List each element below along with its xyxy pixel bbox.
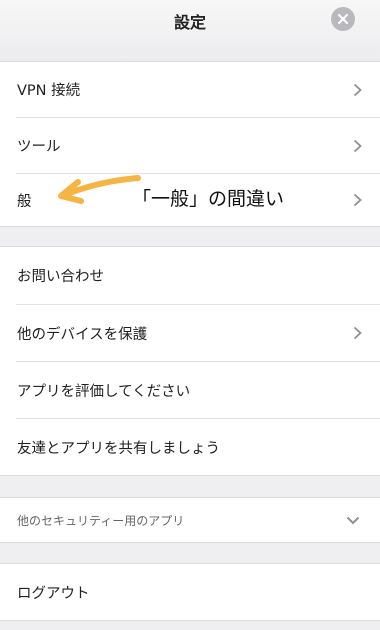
row-share-app[interactable]: 友達とアプリを共有しましょう	[0, 419, 380, 475]
chevron-right-icon	[353, 193, 362, 207]
page-title: 設定	[173, 13, 206, 32]
nav-header: 設定	[0, 0, 380, 63]
row-label: ツール	[17, 139, 61, 155]
row-label: 友達とアプリを共有しましょう	[17, 440, 220, 457]
chevron-right-icon	[353, 83, 362, 96]
row-label: 他のセキュリティー用のアプリ	[17, 513, 185, 528]
row-other-security-apps[interactable]: 他のセキュリティー用のアプリ	[0, 498, 380, 542]
chevron-right-icon	[353, 139, 362, 152]
chevron-down-icon	[346, 516, 360, 524]
close-button[interactable]	[331, 7, 355, 31]
close-icon	[337, 13, 349, 25]
row-protect-other-devices[interactable]: 他のデバイスを保護	[0, 305, 380, 361]
chevron-right-icon	[353, 326, 362, 340]
row-contact-us[interactable]: お問い合わせ	[0, 247, 380, 304]
row-label: 他のデバイスを保護	[17, 326, 148, 343]
row-logout[interactable]: ログアウト	[0, 564, 380, 620]
row-label: VPN 接続	[17, 83, 81, 99]
row-label: ログアウト	[17, 585, 90, 602]
settings-group-2: お問い合わせ 他のデバイスを保護 アプリを評価してください 友達とアプリを共有し…	[0, 246, 380, 476]
annotation-text: 「一般」の間違い	[132, 188, 285, 210]
settings-group-4: ログアウト	[0, 563, 380, 621]
annotation-arrow-icon	[58, 175, 141, 204]
settings-group-3: 他のセキュリティー用のアプリ	[0, 497, 380, 543]
row-label: お問い合わせ	[17, 269, 104, 285]
row-vpn-connection[interactable]: VPN 接続	[0, 62, 380, 117]
row-label: アプリを評価してください	[17, 383, 191, 400]
row-rate-app[interactable]: アプリを評価してください	[0, 362, 380, 418]
row-label: 般	[17, 193, 32, 210]
row-tools[interactable]: ツール	[0, 118, 380, 173]
